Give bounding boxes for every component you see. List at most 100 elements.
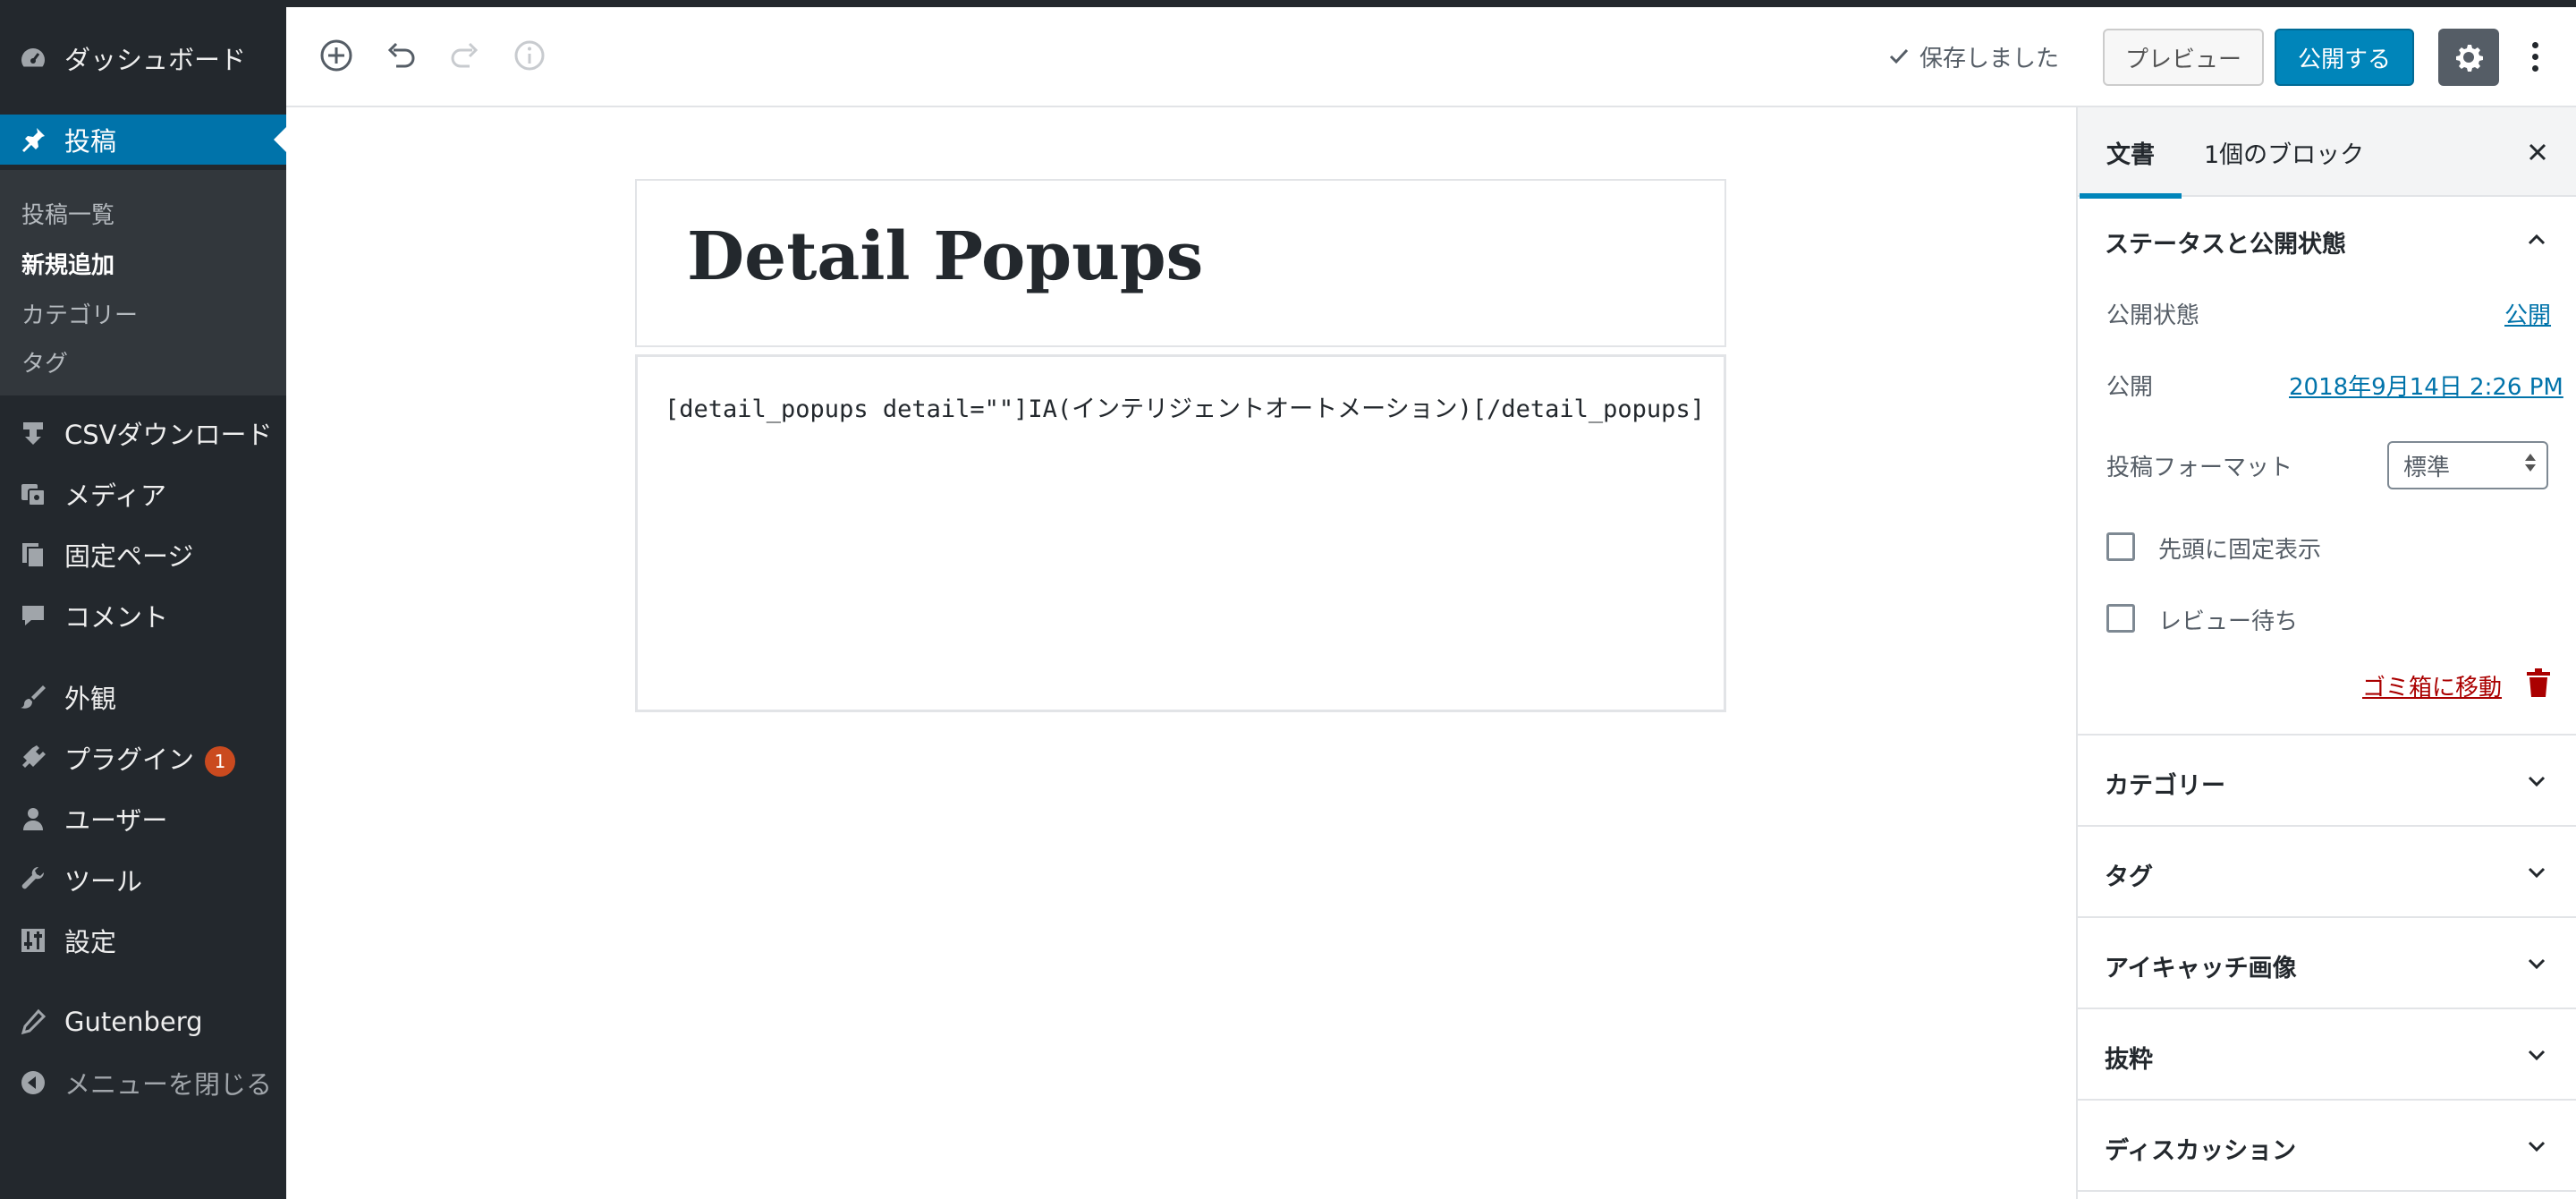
checkmark-icon — [1889, 48, 1909, 64]
preview-button[interactable]: プレビュー — [2103, 29, 2264, 86]
menu-gutenberg-label: Gutenberg — [64, 1007, 203, 1037]
menu-collapse-label: メニューを閉じる — [64, 1069, 273, 1100]
post-format-value: 標準 — [2403, 454, 2451, 481]
pending-review-label[interactable]: レビュー待ち — [2158, 603, 2298, 636]
menu-posts[interactable]: 投稿 — [0, 115, 286, 165]
panel-tabs: 文書 1個のブロック — [2078, 107, 2576, 199]
tab-block[interactable]: 1個のブロック — [2204, 107, 2364, 197]
publish-button[interactable]: 公開する — [2275, 29, 2414, 86]
gear-icon — [2456, 45, 2483, 72]
submenu-add-new[interactable]: 新規追加 — [21, 247, 114, 280]
settings-toggle-button[interactable] — [2438, 29, 2499, 86]
add-block-icon[interactable] — [315, 34, 358, 77]
shortcode-text[interactable]: [detail_popups detail=""]IA(インテリジェントオートメ… — [665, 389, 1705, 424]
section-divider — [2078, 1190, 2576, 1192]
posts-submenu: 投稿一覧 新規追加 カテゴリー タグ — [0, 170, 286, 395]
menu-media-label: メディア — [64, 480, 166, 511]
menu-posts-label: 投稿 — [64, 126, 117, 157]
tab-document[interactable]: 文書 — [2080, 107, 2182, 199]
menu-users[interactable]: ユーザー — [0, 794, 286, 844]
sticky-label[interactable]: 先頭に固定表示 — [2158, 531, 2321, 565]
sliders-icon — [18, 925, 48, 956]
menu-csv-download[interactable]: CSVダウンロード — [0, 408, 286, 458]
admin-sidebar: ダッシュボード 投稿 投稿一覧 新規追加 カテゴリー タグ CSVダウンロード … — [0, 7, 286, 1199]
pending-review-checkbox[interactable] — [2106, 604, 2135, 633]
collapse-arrow-icon — [18, 1067, 48, 1098]
visibility-link[interactable]: 公開 — [2504, 297, 2551, 330]
info-icon[interactable] — [508, 34, 551, 77]
dashboard-icon — [18, 43, 48, 73]
user-icon — [18, 804, 48, 834]
plugin-icon — [18, 743, 48, 773]
menu-gutenberg[interactable]: Gutenberg — [0, 997, 286, 1047]
menu-pages[interactable]: 固定ページ — [0, 530, 286, 580]
move-to-trash-link[interactable]: ゴミ箱に移動 — [2362, 669, 2502, 702]
menu-plugins-label: プラグイン 1 — [64, 739, 236, 777]
menu-comments-label: コメント — [64, 602, 169, 633]
chevron-down-icon[interactable] — [2521, 948, 2552, 979]
discussion-section-title[interactable]: ディスカッション — [2105, 1131, 2296, 1166]
publish-date-link[interactable]: 2018年9月14日 2:26 PM — [2289, 369, 2563, 402]
editor-toolbar: 保存しました プレビュー 公開する — [286, 7, 2576, 107]
post-title-block[interactable]: Detail Popups — [635, 179, 1726, 347]
chevron-down-icon[interactable] — [2521, 766, 2552, 796]
download-icon — [18, 418, 48, 448]
paintbrush-icon — [18, 682, 48, 712]
saved-text: 保存しました — [1919, 45, 2060, 72]
menu-tools-label: ツール — [64, 866, 143, 897]
excerpt-section-title[interactable]: 抜粋 — [2105, 1040, 2153, 1075]
redo-icon[interactable] — [444, 34, 487, 77]
saved-status: 保存しました — [1887, 41, 2059, 72]
menu-collapse[interactable]: メニューを閉じる — [0, 1058, 286, 1108]
categories-section-title[interactable]: カテゴリー — [2105, 766, 2225, 801]
menu-settings[interactable]: 設定 — [0, 915, 286, 965]
menu-users-label: ユーザー — [64, 805, 168, 836]
submenu-tags[interactable]: タグ — [21, 345, 68, 378]
featured-image-section-title[interactable]: アイキャッチ画像 — [2105, 948, 2297, 983]
menu-tools[interactable]: ツール — [0, 855, 286, 905]
status-section-title[interactable]: ステータスと公開状態 — [2105, 225, 2346, 259]
tags-section-title[interactable]: タグ — [2105, 857, 2153, 892]
menu-pages-label: 固定ページ — [64, 541, 194, 572]
top-strip — [0, 0, 2576, 7]
pushpin-icon — [18, 124, 48, 155]
close-icon[interactable] — [2523, 138, 2552, 166]
select-arrows-icon — [2525, 454, 2536, 472]
chevron-down-icon[interactable] — [2521, 857, 2552, 888]
media-icon — [18, 479, 48, 509]
more-menu-icon[interactable] — [2524, 34, 2546, 79]
chevron-down-icon[interactable] — [2521, 1131, 2552, 1161]
menu-settings-label: 設定 — [64, 927, 117, 957]
menu-dashboard[interactable]: ダッシュボード — [0, 33, 286, 83]
menu-appearance[interactable]: 外観 — [0, 672, 286, 722]
submenu-all-posts[interactable]: 投稿一覧 — [21, 197, 114, 230]
menu-dashboard-label: ダッシュボード — [64, 45, 247, 75]
post-format-label: 投稿フォーマット — [2106, 455, 2293, 481]
plugins-text: プラグイン — [64, 744, 195, 775]
comment-icon — [18, 600, 48, 631]
publish-date-label: 公開 — [2106, 374, 2154, 401]
pencil-icon — [18, 1007, 48, 1037]
post-title[interactable]: Detail Popups — [687, 218, 1203, 295]
chevron-up-icon[interactable] — [2521, 225, 2552, 255]
shortcode-block[interactable]: [detail_popups detail=""]IA(インテリジェントオートメ… — [635, 354, 1726, 712]
section-divider — [2078, 916, 2576, 918]
post-format-select[interactable]: 標準 — [2387, 441, 2548, 489]
submenu-categories[interactable]: カテゴリー — [21, 297, 138, 330]
trash-icon[interactable] — [2525, 668, 2552, 698]
menu-csv-label: CSVダウンロード — [64, 420, 273, 450]
menu-plugins[interactable]: プラグイン 1 — [0, 733, 286, 783]
menu-comments[interactable]: コメント — [0, 591, 286, 641]
visibility-label: 公開状態 — [2106, 302, 2200, 329]
menu-media[interactable]: メディア — [0, 469, 286, 519]
section-divider — [2078, 1099, 2576, 1101]
undo-icon[interactable] — [379, 34, 422, 77]
chevron-down-icon[interactable] — [2521, 1040, 2552, 1070]
sticky-checkbox[interactable] — [2106, 532, 2135, 561]
section-divider — [2078, 825, 2576, 827]
settings-sidebar: 文書 1個のブロック ステータスと公開状態 公開状態 公開 公開 2018年9月… — [2076, 107, 2576, 1199]
section-divider — [2078, 734, 2576, 736]
pages-icon — [18, 540, 48, 570]
wrench-icon — [18, 864, 48, 895]
section-divider — [2078, 1008, 2576, 1009]
